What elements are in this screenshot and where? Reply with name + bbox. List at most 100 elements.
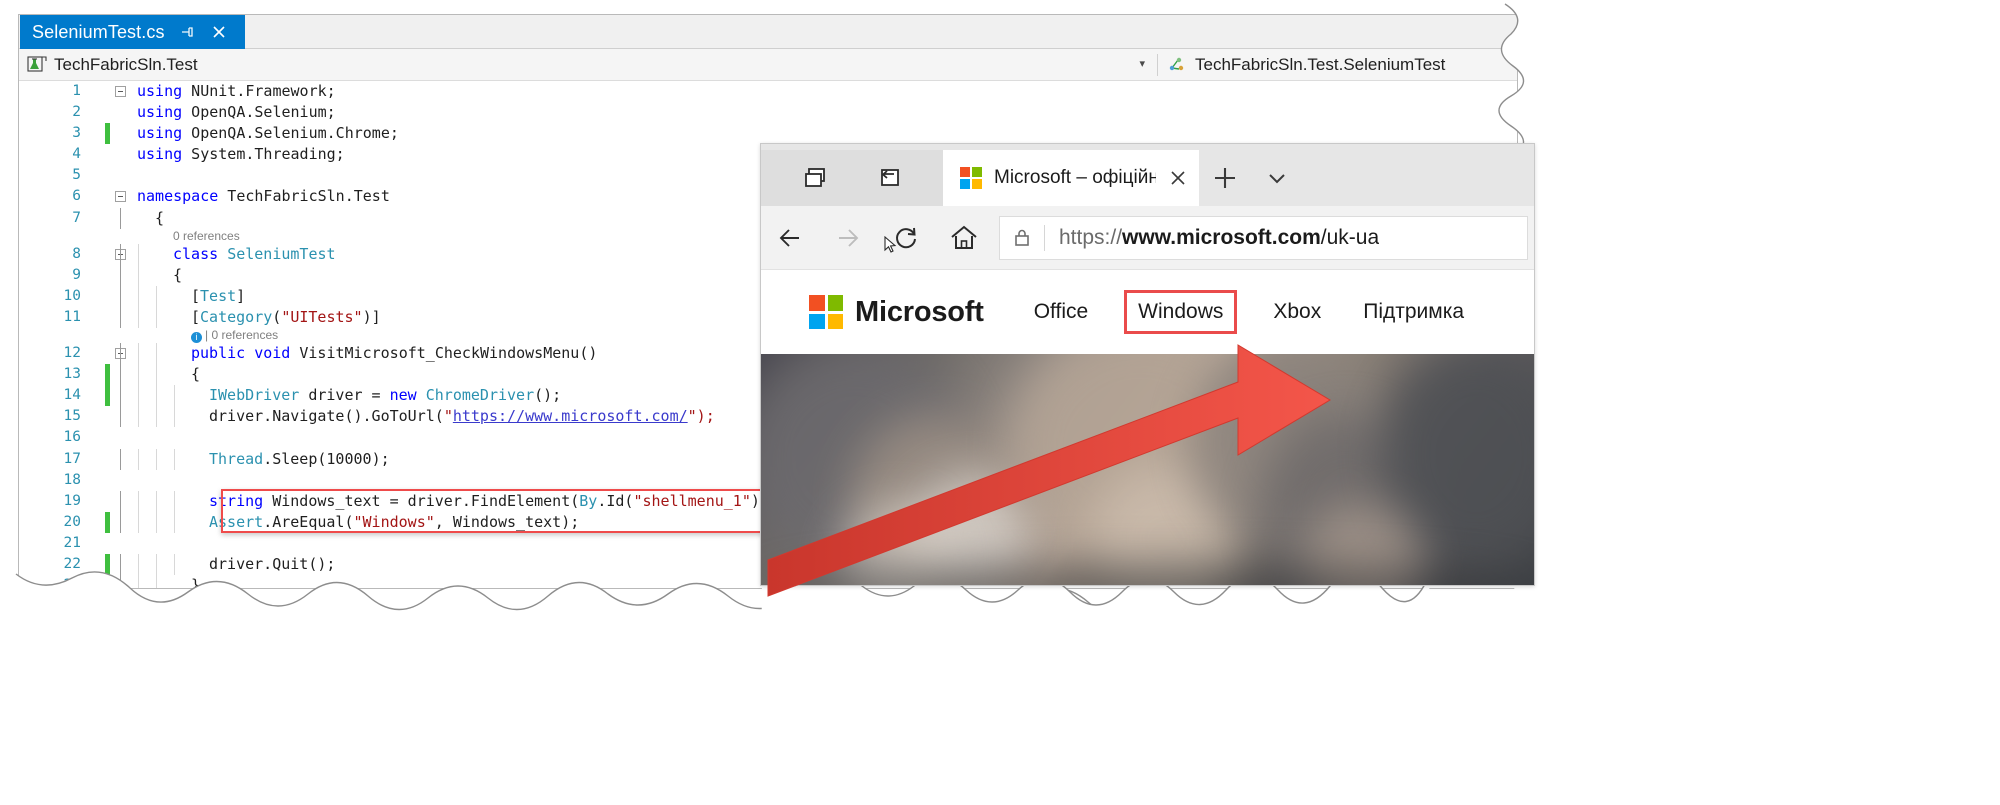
type-dropdown[interactable]: TechFabricSln.Test ▾ xyxy=(19,55,1157,75)
indent-guide xyxy=(156,364,157,386)
editor-tab-seleniumtest[interactable]: SeleniumTest.cs xyxy=(20,15,245,49)
tab-preview-icon[interactable] xyxy=(801,163,831,193)
microsoft-site-header: Microsoft Office Windows Xbox Підтримка xyxy=(761,270,1534,354)
indent-guide xyxy=(120,385,121,407)
change-marker xyxy=(105,364,110,386)
line-number: 11 xyxy=(63,308,81,325)
collapse-toggle-icon[interactable] xyxy=(115,86,126,97)
editor-tab-strip: SeleniumTest.cs xyxy=(19,15,1517,49)
change-marker xyxy=(105,123,110,145)
indent-guide xyxy=(174,385,175,407)
member-dropdown-value: TechFabricSln.Test.SeleniumTest xyxy=(1195,54,1446,74)
indent-guide xyxy=(120,511,121,533)
ms-nav-link-підтримка[interactable]: Підтримка xyxy=(1357,296,1470,328)
line-number: 5 xyxy=(72,167,81,184)
indent-guide xyxy=(138,264,139,286)
editor-tab-label: SeleniumTest.cs xyxy=(32,21,165,42)
indent-guide xyxy=(120,306,121,329)
browser-tab-title: Microsoft – офіційна до xyxy=(994,167,1156,188)
line-number: 1 xyxy=(72,83,81,99)
line-number: 22 xyxy=(63,555,81,572)
code-text: } xyxy=(191,576,201,588)
close-icon[interactable] xyxy=(1167,167,1189,189)
url-prefix: https:// xyxy=(1059,225,1123,249)
code-text: [Test] xyxy=(191,286,246,305)
microsoft-nav-links: Office Windows Xbox Підтримка xyxy=(1028,290,1470,334)
indent-guide xyxy=(120,243,121,265)
indent-guide xyxy=(156,511,157,533)
microsoft-logo[interactable]: Microsoft xyxy=(809,295,984,329)
line-number: 12 xyxy=(63,345,81,362)
home-button[interactable] xyxy=(935,206,993,270)
new-tab-button[interactable] xyxy=(1199,150,1251,206)
code-line[interactable]: 2 using OpenQA.Selenium; xyxy=(19,102,1517,123)
refresh-button[interactable] xyxy=(877,206,935,270)
indent-guide xyxy=(120,285,121,307)
line-number: 6 xyxy=(72,188,81,205)
chevron-down-icon[interactable] xyxy=(1251,150,1303,206)
code-text: class SeleniumTest xyxy=(173,244,336,263)
line-number: 4 xyxy=(72,146,81,163)
line-number: 23 xyxy=(63,577,81,588)
browser-tab-actions xyxy=(761,150,943,206)
line-number: 13 xyxy=(63,366,81,383)
code-text: namespace TechFabricSln.Test xyxy=(137,187,390,206)
code-text: [Category("UITests")] xyxy=(191,307,381,326)
microsoft-wordmark: Microsoft xyxy=(855,295,984,328)
member-dropdown[interactable]: TechFabricSln.Test.SeleniumTest xyxy=(1158,55,1517,75)
line-number: 2 xyxy=(72,104,81,121)
indent-guide xyxy=(138,490,139,512)
line-number: 16 xyxy=(63,429,81,446)
indent-guide xyxy=(156,285,157,307)
change-marker xyxy=(105,385,110,407)
chevron-down-icon[interactable]: ▾ xyxy=(1139,59,1145,70)
indent-guide xyxy=(174,490,175,512)
code-text: driver.Quit(); xyxy=(209,554,336,573)
indent-guide xyxy=(138,364,139,386)
indent-guide xyxy=(156,553,157,576)
collapse-toggle-icon[interactable] xyxy=(115,191,126,203)
edge-browser-window: Microsoft – офіційна до xyxy=(760,143,1535,586)
microsoft-logo-squares-icon xyxy=(809,295,843,329)
indent-guide xyxy=(120,490,121,512)
code-line[interactable]: 1 using NUnit.Framework; xyxy=(19,81,1517,102)
indent-guide xyxy=(174,553,175,576)
close-icon[interactable] xyxy=(211,24,227,40)
change-marker xyxy=(105,511,110,533)
line-number: 14 xyxy=(63,387,81,404)
indent-guide xyxy=(120,343,121,365)
class-member-icon xyxy=(1168,55,1188,75)
code-text: Assert.AreEqual("Windows", Windows_text)… xyxy=(209,512,580,531)
back-button[interactable] xyxy=(761,206,819,270)
pin-icon[interactable] xyxy=(179,24,195,40)
ms-nav-link-windows[interactable]: Windows xyxy=(1124,290,1238,334)
indent-guide xyxy=(174,406,175,428)
code-text: driver.Navigate().GoToUrl("https://www.m… xyxy=(209,407,715,426)
code-text: public void VisitMicrosoft_CheckWindowsM… xyxy=(191,344,598,363)
indent-guide xyxy=(120,406,121,428)
ms-nav-link-xbox[interactable]: Xbox xyxy=(1267,296,1327,328)
address-bar[interactable]: https://www.microsoft.com/uk-ua xyxy=(999,215,1528,260)
line-number: 17 xyxy=(63,450,81,467)
line-number: 8 xyxy=(72,245,81,262)
info-icon[interactable]: i xyxy=(191,332,202,344)
indent-guide xyxy=(138,343,139,365)
indent-guide xyxy=(156,343,157,365)
code-text: { xyxy=(155,208,165,227)
code-line[interactable]: 3 using OpenQA.Selenium.Chrome; xyxy=(19,123,1517,145)
screenshot-root: SeleniumTest.cs TechFabricSln.Test ▾ Tec… xyxy=(0,0,2000,800)
line-number: 3 xyxy=(72,125,81,142)
line-number: 21 xyxy=(63,534,81,551)
ms-nav-link-office[interactable]: Office xyxy=(1028,296,1094,328)
code-text: using System.Threading; xyxy=(137,145,345,164)
set-aside-tabs-icon[interactable] xyxy=(873,163,903,193)
browser-tab-microsoft[interactable]: Microsoft – офіційна до xyxy=(943,150,1199,206)
line-number: 20 xyxy=(63,513,81,530)
line-number: 10 xyxy=(63,287,81,304)
indent-guide xyxy=(138,306,139,329)
indent-guide xyxy=(138,385,139,407)
forward-button[interactable] xyxy=(819,206,877,270)
code-text: { xyxy=(191,365,201,384)
indent-guide xyxy=(156,448,157,470)
line-number: 7 xyxy=(72,209,81,226)
